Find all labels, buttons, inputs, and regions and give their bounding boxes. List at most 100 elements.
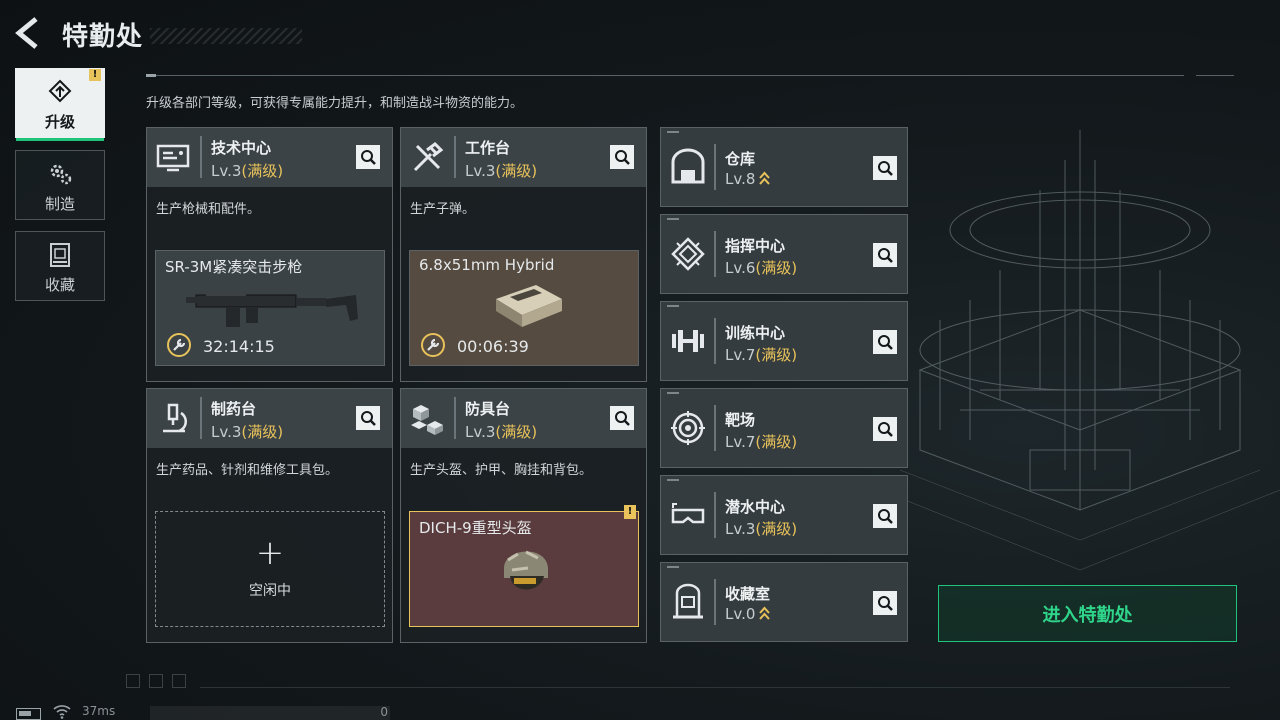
facility-name: 靶场 bbox=[725, 411, 756, 429]
search-icon bbox=[615, 411, 630, 426]
production-timer: 32:14:15 bbox=[203, 337, 275, 356]
search-button[interactable] bbox=[356, 145, 380, 169]
search-icon bbox=[878, 248, 893, 263]
page-description: 升级各部门等级，可获得专属能力提升，和制造战斗物资的能力。 bbox=[146, 96, 524, 111]
facility-name: 防具台 bbox=[465, 400, 511, 418]
facility-level: Lv.3(满级) bbox=[211, 423, 284, 441]
search-button[interactable] bbox=[610, 406, 634, 430]
facility-name: 技术中心 bbox=[211, 139, 272, 157]
wifi-icon bbox=[53, 705, 71, 719]
facility-shooting-range[interactable]: 靶场 Lv.7(满级) bbox=[660, 388, 908, 468]
facility-name: 收藏室 bbox=[725, 585, 771, 603]
corner-decoration bbox=[667, 305, 679, 307]
idle-production-slot[interactable]: + 空闲中 bbox=[155, 511, 385, 627]
facility-level: Lv.3(满级) bbox=[465, 423, 538, 441]
search-button[interactable] bbox=[873, 591, 897, 615]
maxed-label: (满级) bbox=[495, 162, 538, 180]
facility-level: Lv.7(满级) bbox=[725, 433, 798, 451]
facility-command-center[interactable]: 指挥中心 Lv.6(满级) bbox=[660, 214, 908, 294]
facility-description: 生产药品、针剂和维修工具包。 bbox=[156, 463, 339, 478]
card-header[interactable]: 制药台 Lv.3(满级) bbox=[147, 389, 392, 448]
facility-description: 生产头盔、护甲、胸挂和背包。 bbox=[410, 463, 593, 478]
warning-badge: ! bbox=[89, 69, 101, 81]
product-name: DICH-9重型头盔 bbox=[419, 519, 532, 537]
search-button[interactable] bbox=[873, 417, 897, 441]
facility-level: Lv.6(满级) bbox=[725, 259, 798, 277]
battery-icon bbox=[16, 708, 41, 720]
divider bbox=[200, 687, 1230, 688]
gear-icon bbox=[50, 164, 72, 185]
ammo-box-image bbox=[496, 285, 562, 327]
search-icon bbox=[615, 150, 630, 165]
facility-name: 潜水中心 bbox=[725, 498, 786, 516]
maxed-label: (满级) bbox=[755, 346, 798, 364]
cubes-icon bbox=[411, 405, 443, 435]
corner-decoration bbox=[667, 392, 679, 394]
search-icon bbox=[878, 596, 893, 611]
maxed-label: (满级) bbox=[495, 423, 538, 441]
status-bar: 0 bbox=[150, 705, 390, 720]
facility-name: 训练中心 bbox=[725, 324, 786, 342]
search-icon bbox=[361, 150, 376, 165]
search-icon bbox=[878, 422, 893, 437]
facility-collection-room[interactable]: 收藏室 Lv.0 bbox=[660, 562, 908, 642]
search-button[interactable] bbox=[610, 145, 634, 169]
card-header[interactable]: 防具台 Lv.3(满级) bbox=[401, 389, 646, 448]
separator bbox=[714, 231, 716, 277]
nav-tab-collection[interactable]: 收藏 bbox=[15, 231, 105, 301]
divider bbox=[1196, 75, 1234, 76]
monitor-icon bbox=[156, 144, 190, 172]
decor-square bbox=[149, 674, 163, 688]
maxed-label: (满级) bbox=[241, 162, 284, 180]
facility-description: 生产枪械和配件。 bbox=[156, 202, 261, 217]
card-header[interactable]: 工作台 Lv.3(满级) bbox=[401, 128, 646, 187]
diving-mask-icon bbox=[671, 503, 705, 524]
divider bbox=[146, 74, 1184, 77]
facility-level: Lv.3(满级) bbox=[211, 162, 284, 180]
search-button[interactable] bbox=[873, 330, 897, 354]
facility-training-center[interactable]: 训练中心 Lv.7(满级) bbox=[660, 301, 908, 381]
search-icon bbox=[361, 411, 376, 426]
card-armor-bench: 防具台 Lv.3(满级) 生产头盔、护甲、胸挂和背包。 DICH-9重型头盔 ! bbox=[400, 388, 647, 643]
back-icon[interactable] bbox=[14, 16, 44, 50]
nav-tab-upgrade[interactable]: 升级 ! bbox=[15, 68, 105, 141]
base-blueprint-art bbox=[880, 130, 1280, 571]
upgrade-icon bbox=[48, 79, 72, 103]
production-slot[interactable]: DICH-9重型头盔 ! bbox=[409, 505, 639, 627]
corner-decoration bbox=[667, 218, 679, 220]
warning-badge: ! bbox=[624, 505, 636, 519]
production-slot[interactable]: 6.8x51mm Hybrid 00:06:39 bbox=[409, 250, 639, 366]
search-button[interactable] bbox=[873, 243, 897, 267]
status-counter: 0 bbox=[380, 705, 388, 719]
nav-tab-craft[interactable]: 制造 bbox=[15, 150, 105, 220]
card-workbench: 工作台 Lv.3(满级) 生产子弹。 6.8x51mm Hybrid 00:06… bbox=[400, 127, 647, 382]
separator bbox=[714, 318, 716, 364]
separator bbox=[714, 492, 716, 538]
card-header[interactable]: 技术中心 Lv.3(满级) bbox=[147, 128, 392, 187]
separator bbox=[454, 397, 456, 439]
maxed-label: (满级) bbox=[755, 259, 798, 277]
production-timer: 00:06:39 bbox=[457, 337, 529, 356]
chip-icon bbox=[671, 237, 705, 271]
title-decoration bbox=[150, 28, 302, 44]
search-icon bbox=[878, 509, 893, 524]
production-slot[interactable]: SR-3M紧凑突击步枪 32:14:15 bbox=[155, 250, 385, 366]
corner-decoration bbox=[667, 131, 679, 133]
facility-level: Lv.8 bbox=[725, 170, 771, 188]
nav-label: 升级 bbox=[44, 113, 75, 131]
search-icon bbox=[878, 161, 893, 176]
rifle-image bbox=[186, 291, 358, 327]
upgrade-available-icon bbox=[759, 171, 771, 185]
facility-name: 仓库 bbox=[725, 150, 756, 168]
facility-description: 生产子弹。 bbox=[410, 202, 476, 217]
enter-special-ops-button[interactable]: 进入特勤处 bbox=[938, 585, 1237, 642]
search-button[interactable] bbox=[873, 156, 897, 180]
facility-diving-center[interactable]: 潜水中心 Lv.3(满级) bbox=[660, 475, 908, 555]
search-button[interactable] bbox=[356, 406, 380, 430]
dumbbell-icon bbox=[672, 330, 704, 352]
vault-icon bbox=[673, 583, 703, 619]
facility-warehouse[interactable]: 仓库 Lv.8 bbox=[660, 127, 908, 207]
maxed-label: (满级) bbox=[755, 433, 798, 451]
facility-name: 工作台 bbox=[465, 139, 511, 157]
search-button[interactable] bbox=[873, 504, 897, 528]
